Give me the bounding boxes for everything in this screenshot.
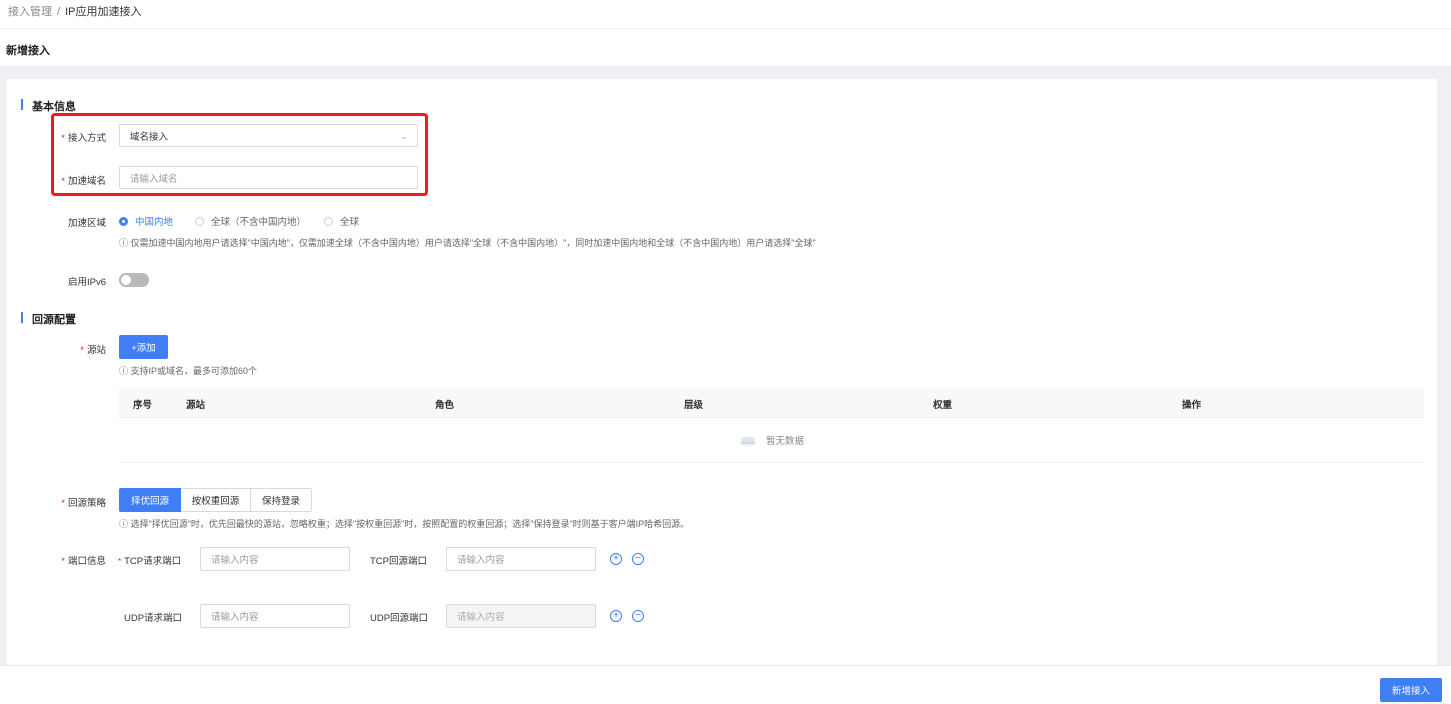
tcp-origin-port-label: TCP回源端口 [370,556,428,567]
region-radio-global-excl[interactable]: 全球（不含中国内地） [195,214,306,228]
breadcrumb-parent[interactable]: 接入管理 [8,6,52,18]
toggle-knob [121,275,131,285]
udp-request-port-input[interactable]: 请输入内容 [200,604,350,628]
section-title-origin: 回源配置 [32,314,76,326]
origin-table-header: 序号 源站 角色 层级 权重 操作 [119,388,1424,418]
section-marker [21,312,23,323]
tcp-request-port-input[interactable]: 请输入内容 [200,547,350,571]
empty-box-icon [740,437,756,447]
radio-dot-icon [324,216,333,226]
header-divider [0,28,1451,29]
origin-table-empty: 暂无数据 [119,418,1424,463]
strategy-optimal-button[interactable]: 择优回源 [119,488,181,512]
region-label: 加速区域 [67,218,106,229]
content-gutter-right [1437,79,1451,665]
region-radio-mainland[interactable]: 中国内地 [119,214,173,228]
column-header: 层级 [684,400,704,411]
radio-dot-icon [195,216,204,226]
breadcrumb-current: IP应用加速接入 [65,6,142,18]
ports-label: * 端口信息 [61,556,106,567]
submit-button[interactable]: 新增接入 [1380,678,1442,702]
breadcrumb-separator: / [57,6,61,18]
origin-site-label: * 源站 [80,345,106,356]
strategy-hint: ⓘ 选择"择优回源"时，优先回最快的源站，忽略权重；选择"按权重回源"时，按照配… [119,519,690,529]
radio-dot-icon [119,216,128,226]
region-radio-global[interactable]: 全球 [324,214,359,228]
strategy-weight-button[interactable]: 按权重回源 [181,488,251,512]
add-port-icon[interactable]: + [610,610,622,622]
region-hint: ⓘ 仅需加速中国内地用户请选择"中国内地"，仅需加速全球（不含中国内地）用户请选… [119,238,816,248]
strategy-session-button[interactable]: 保持登录 [250,488,312,512]
tcp-request-port-label: * TCP请求端口 [118,556,182,567]
tcp-origin-port-input[interactable]: 请输入内容 [446,547,596,571]
content-gutter-left [0,79,7,665]
ipv6-toggle[interactable] [119,273,149,287]
content-background [0,66,1451,79]
breadcrumb: 接入管理 / IP应用加速接入 [8,3,141,19]
origin-site-hint: ⓘ 支持IP或域名，最多可添加60个 [119,366,258,376]
add-origin-button[interactable]: +添加 [119,335,168,359]
udp-origin-port-input: 请输入内容 [446,604,596,628]
column-header: 源站 [186,400,206,411]
column-header: 操作 [1182,400,1202,411]
add-port-icon[interactable]: + [610,553,622,565]
column-header: 角色 [435,400,455,411]
empty-state: 暂无数据 [739,433,804,447]
column-header: 权重 [933,400,953,411]
highlight-box [51,113,428,196]
section-marker [21,99,23,110]
section-title-basic: 基本信息 [32,101,76,113]
udp-request-port-label: UDP请求端口 [124,613,183,624]
udp-origin-port-label: UDP回源端口 [370,613,429,624]
remove-port-icon[interactable]: − [632,553,644,565]
remove-port-icon[interactable]: − [632,610,644,622]
empty-text: 暂无数据 [766,436,805,447]
page-title: 新增接入 [6,45,50,57]
column-header: 序号 [133,400,153,411]
footer-bar [0,665,1451,704]
ipv6-label: 启用IPv6 [67,277,106,288]
strategy-label: * 回源策略 [61,498,106,509]
